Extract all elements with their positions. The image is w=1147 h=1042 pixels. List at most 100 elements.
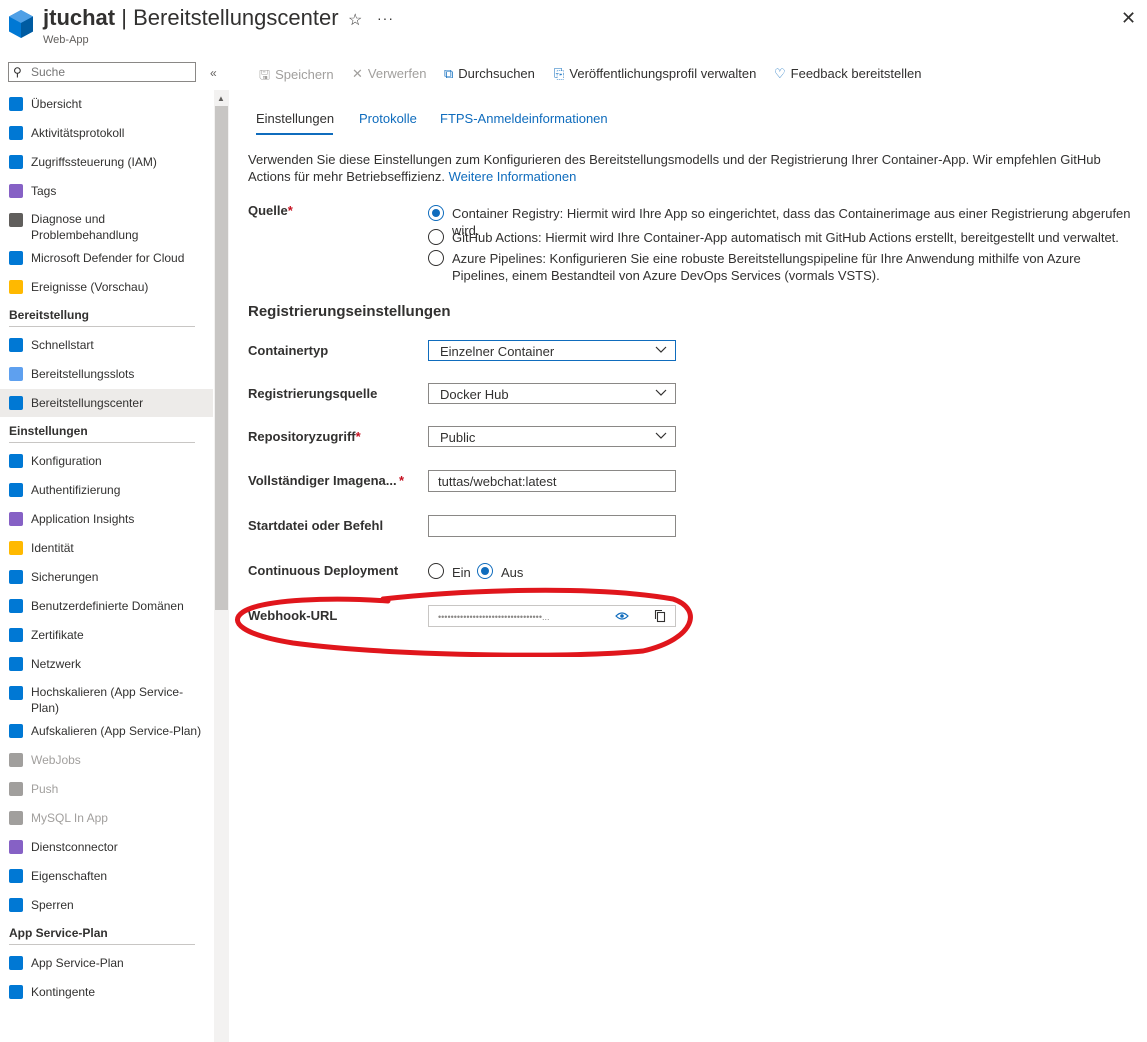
heart-icon: ♡	[774, 66, 786, 81]
sidebar-item-label: Bereitstellungsslots	[31, 367, 135, 381]
tag-icon	[9, 184, 23, 198]
sidebar-item-identität[interactable]: Identität	[0, 534, 213, 562]
sidebar-item-diagnose-und-problembehandlung[interactable]: Diagnose und Problembehandlung	[0, 206, 213, 242]
sidebar-item-label: Microsoft Defender for Cloud	[31, 251, 185, 265]
sidebar-item-application-insights[interactable]: Application Insights	[0, 505, 213, 533]
sidebar-item-zertifikate[interactable]: Zertifikate	[0, 621, 213, 649]
discard-button[interactable]: ✕ Verwerfen	[352, 66, 426, 82]
search-icon: ⚲	[13, 65, 22, 79]
shield-icon	[9, 251, 23, 265]
close-icon[interactable]: ✕	[1121, 8, 1136, 29]
chevron-down-icon	[655, 346, 667, 353]
sidebar-item-label: Sperren	[31, 898, 74, 912]
sidebar-item-label: App Service-Plan	[31, 956, 124, 970]
cloud-icon	[9, 338, 23, 352]
container-type-dropdown[interactable]: Einzelner Container	[428, 340, 676, 361]
chevron-down-icon	[655, 389, 667, 396]
config-icon	[9, 454, 23, 468]
sidebar-item-schnellstart[interactable]: Schnellstart	[0, 331, 213, 359]
tab-ftps-credentials[interactable]: FTPS-Anmeldeinformationen	[440, 111, 608, 126]
startup-command-input[interactable]	[428, 515, 676, 537]
sidebar-item-zugriffssteuerung-iam[interactable]: Zugriffssteuerung (IAM)	[0, 148, 213, 176]
sidebar-item-label: Sicherungen	[31, 570, 99, 584]
network-icon	[9, 657, 23, 671]
sidebar-item-push[interactable]: Push	[0, 775, 213, 803]
collapse-sidebar-icon[interactable]: «	[210, 66, 217, 80]
tab-logs[interactable]: Protokolle	[359, 111, 417, 126]
sidebar-item-sicherungen[interactable]: Sicherungen	[0, 563, 213, 591]
cube-icon	[9, 396, 23, 410]
sidebar-item-netzwerk[interactable]: Netzwerk	[0, 650, 213, 678]
chevron-down-icon	[655, 432, 667, 439]
sidebar-item-bereitstellungscenter[interactable]: Bereitstellungscenter	[0, 389, 213, 417]
sidebar-item-label: Zugriffssteuerung (IAM)	[31, 155, 157, 169]
sidebar-item-konfiguration[interactable]: Konfiguration	[0, 447, 213, 475]
sidebar-item-label: Authentifizierung	[31, 483, 121, 497]
repository-access-label: Repositoryzugriff*	[248, 429, 361, 444]
sidebar-item-dienstconnector[interactable]: Dienstconnector	[0, 833, 213, 861]
feedback-button[interactable]: ♡ Feedback bereitstellen	[774, 66, 921, 82]
sidebar-item-aufskalieren-app-service-plan[interactable]: Aufskalieren (App Service-Plan)	[0, 717, 213, 745]
app-service-icon	[9, 10, 33, 38]
sidebar-search-box[interactable]: ⚲	[8, 62, 196, 82]
cd-option-on: Ein	[452, 565, 471, 580]
sidebar-item-label: Tags	[31, 184, 57, 198]
cd-option-off: Aus	[501, 565, 524, 580]
wrench-icon	[9, 213, 23, 227]
save-button[interactable]: 🖫 Speichern	[259, 66, 334, 88]
sidebar-item-aktivitätsprotokoll[interactable]: Aktivitätsprotokoll	[0, 119, 213, 147]
source-radio-azure-pipelines[interactable]	[428, 250, 444, 266]
section-divider	[9, 326, 195, 327]
sidebar-item-sperren[interactable]: Sperren	[0, 891, 213, 919]
sidebar-item-benutzerdefinierte-domänen[interactable]: Benutzerdefinierte Domänen	[0, 592, 213, 620]
sidebar-item-authentifizierung[interactable]: Authentifizierung	[0, 476, 213, 504]
learn-more-link[interactable]: Weitere Informationen	[449, 169, 577, 184]
tab-settings[interactable]: Einstellungen	[256, 111, 334, 126]
slots-icon	[9, 367, 23, 381]
activity-log-icon	[9, 126, 23, 140]
browse-button[interactable]: ⧉ Durchsuchen	[444, 66, 535, 82]
search-input[interactable]	[29, 64, 193, 80]
users-icon	[9, 483, 23, 497]
sidebar-section-title: Einstellungen	[9, 424, 88, 438]
sidebar-item-übersicht[interactable]: Übersicht	[0, 90, 213, 118]
sidebar-item-app-service-plan[interactable]: App Service-Plan	[0, 949, 213, 977]
source-radio-github-actions[interactable]	[428, 229, 444, 245]
sidebar-item-label: Dienstconnector	[31, 840, 118, 854]
sidebar-item-hochskalieren-app-service-plan[interactable]: Hochskalieren (App Service-Plan)	[0, 679, 213, 715]
sidebar-item-ereignisse-vorschau[interactable]: Ereignisse (Vorschau)	[0, 273, 213, 301]
scroll-up-icon[interactable]: ▲	[217, 94, 225, 103]
sidebar-item-kontingente[interactable]: Kontingente	[0, 978, 213, 1006]
sidebar-scrollbar-thumb[interactable]	[215, 106, 228, 610]
scale-up-icon	[9, 686, 23, 700]
sidebar-item-mysql-in-app[interactable]: MySQL In App	[0, 804, 213, 832]
registry-source-label: Registrierungsquelle	[248, 386, 378, 401]
page-title: jtuchat | Bereitstellungscenter	[43, 5, 339, 30]
mysql-icon	[9, 811, 23, 825]
full-image-name-input[interactable]: tuttas/webchat:latest	[428, 470, 676, 492]
source-label: Quelle*	[248, 203, 293, 218]
webjobs-icon	[9, 753, 23, 767]
registry-source-dropdown[interactable]: Docker Hub	[428, 383, 676, 404]
source-radio-container-registry[interactable]	[428, 205, 444, 221]
save-icon: 🖫	[259, 67, 271, 82]
sidebar-item-label: WebJobs	[31, 753, 81, 767]
cd-radio-off[interactable]	[477, 563, 493, 579]
sidebar-item-label: Push	[31, 782, 59, 796]
sidebar-section-title: App Service-Plan	[9, 926, 108, 940]
sidebar-item-label: Übersicht	[31, 97, 82, 111]
more-options-icon[interactable]: ···	[377, 10, 394, 26]
sidebar-item-eigenschaften[interactable]: Eigenschaften	[0, 862, 213, 890]
sidebar-item-label: Zertifikate	[31, 628, 84, 642]
repository-access-dropdown[interactable]: Public	[428, 426, 676, 447]
red-highlight-circle	[235, 587, 693, 657]
manage-publish-profile-button[interactable]: ⎘ Veröffentlichungsprofil verwalten	[554, 66, 756, 82]
sidebar-item-bereitstellungsslots[interactable]: Bereitstellungsslots	[0, 360, 213, 388]
sidebar-item-microsoft-defender-for-cloud[interactable]: Microsoft Defender for Cloud	[0, 244, 213, 272]
sidebar-item-webjobs[interactable]: WebJobs	[0, 746, 213, 774]
sidebar-item-tags[interactable]: Tags	[0, 177, 213, 205]
page-subtitle: Web-App	[43, 34, 89, 46]
favorite-star-icon[interactable]: ☆	[348, 10, 362, 30]
cd-radio-on[interactable]	[428, 563, 444, 579]
sidebar-item-label: Schnellstart	[31, 338, 94, 352]
